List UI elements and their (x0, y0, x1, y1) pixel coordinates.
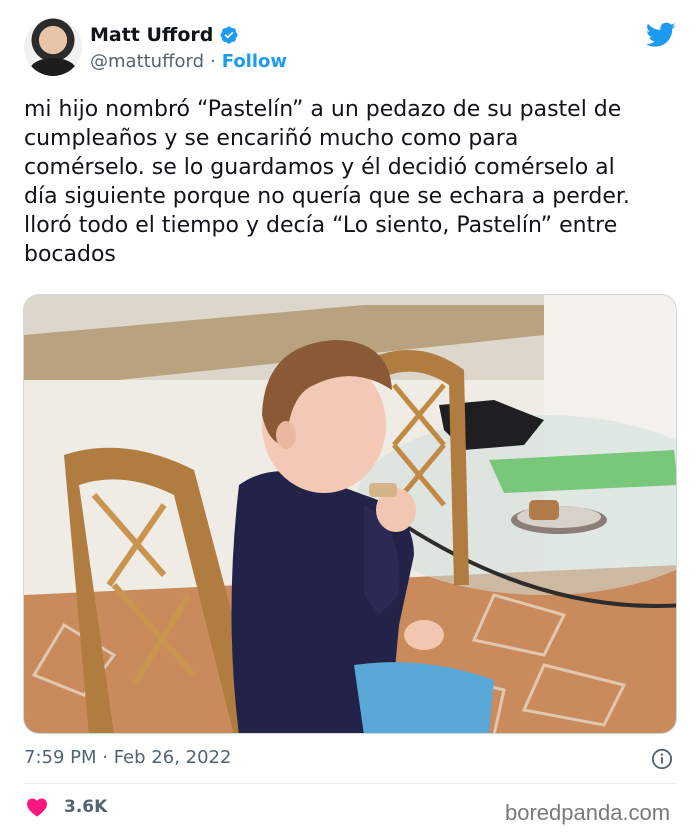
info-icon[interactable] (651, 748, 673, 770)
divider (24, 783, 676, 784)
tweet-photo[interactable] (23, 294, 677, 734)
tweet-timestamp[interactable]: 7:59 PM · Feb 26, 2022 (24, 747, 231, 768)
verified-badge-icon (220, 26, 238, 44)
author-avatar[interactable] (24, 18, 82, 76)
like-action[interactable]: 3.6K (26, 797, 107, 817)
heart-icon[interactable] (26, 797, 48, 817)
follow-button[interactable]: Follow (222, 51, 287, 72)
twitter-bird-icon[interactable] (646, 22, 676, 48)
author-handle[interactable]: @mattufford (90, 51, 204, 72)
author-display-name[interactable]: Matt Ufford (90, 24, 213, 46)
watermark: boredpanda.com (505, 800, 671, 825)
author-name-row: Matt Ufford (90, 24, 239, 46)
tweet-card: Matt Ufford @mattufford · Follow mi hijo… (0, 0, 700, 837)
like-count: 3.6K (64, 797, 108, 817)
photo-illustration (24, 295, 676, 733)
author-handle-row: @mattufford · Follow (90, 51, 287, 72)
handle-separator: · (210, 51, 216, 72)
tweet-text: mi hijo nombró “Pastelín” a un pedazo de… (24, 97, 630, 267)
